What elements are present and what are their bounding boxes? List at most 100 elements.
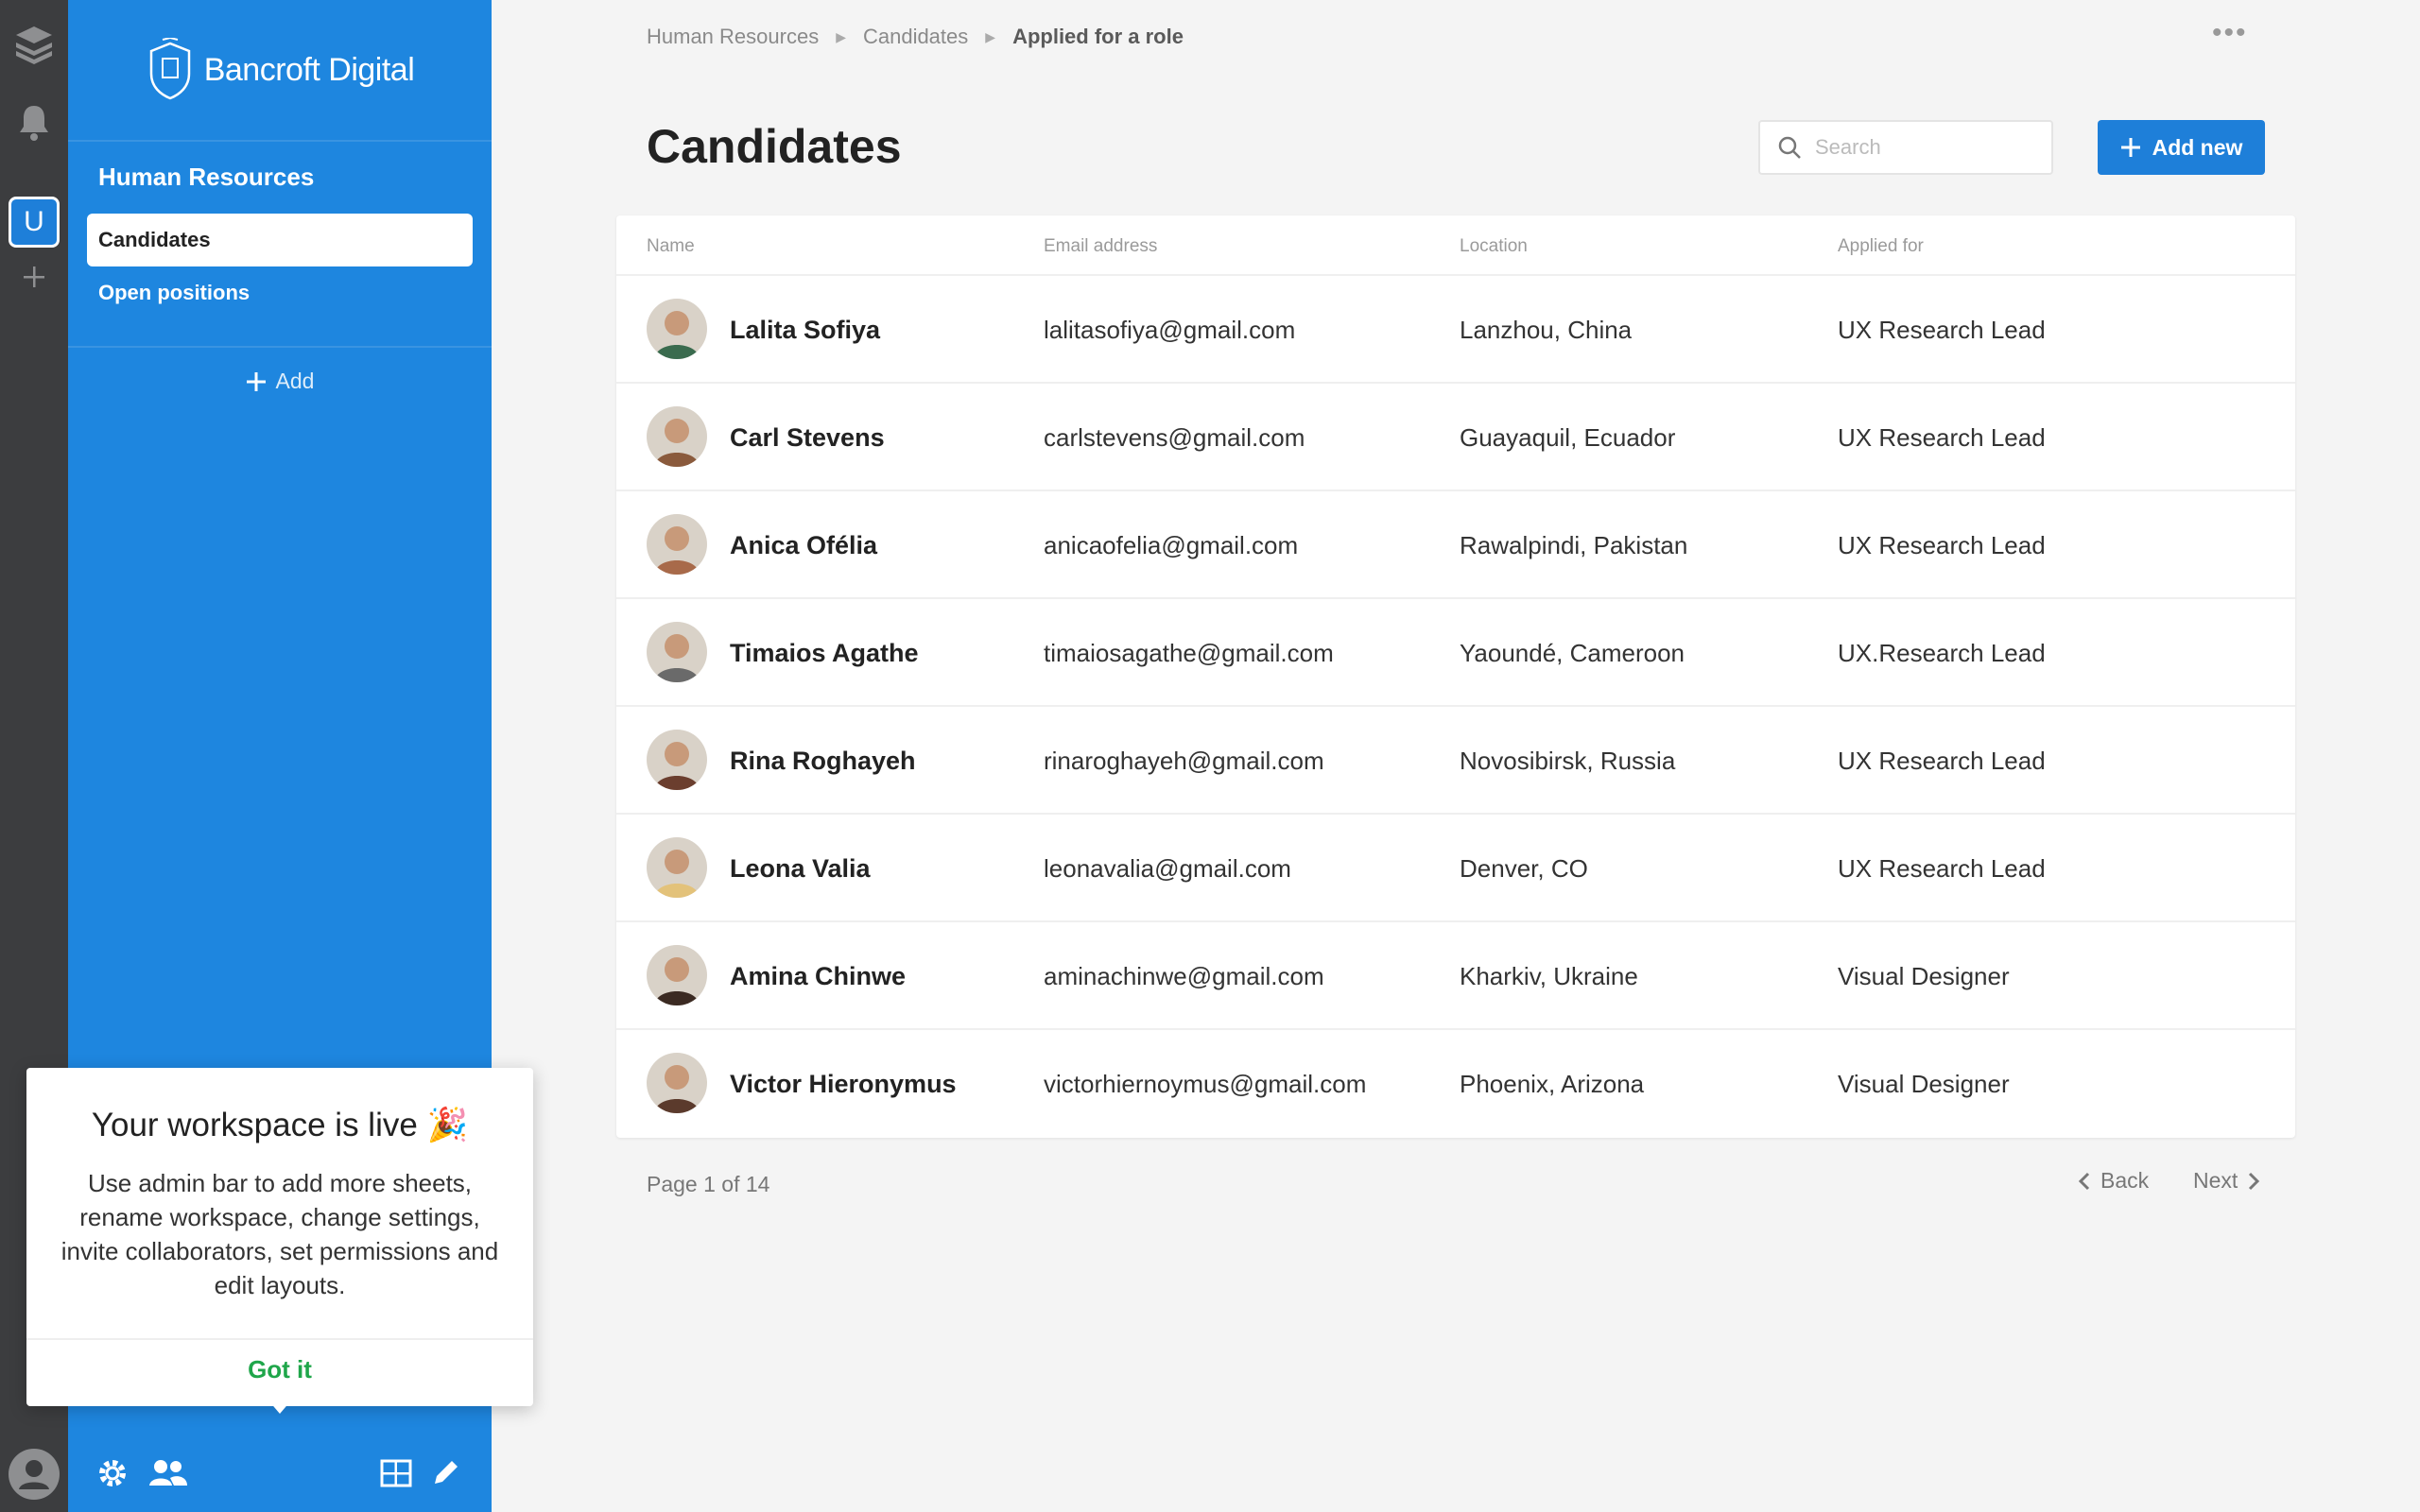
table-row[interactable]: Amina Chinwe aminachinwe@gmail.com Kharkiv…: [616, 922, 2295, 1030]
column-header-email[interactable]: Email address: [1044, 236, 1157, 257]
sidebar-divider: [68, 346, 492, 348]
search-icon: [1778, 136, 1801, 159]
candidate-email: lalitasofiya@gmail.com: [1044, 316, 1296, 344]
candidate-location: Yaoundé, Cameroon: [1460, 639, 1685, 667]
avatar-head: [665, 957, 689, 982]
breadcrumb-separator-icon: ▶: [985, 28, 996, 44]
table-row[interactable]: Anica Ofélia anicaofelia@gmail.com Rawalpi…: [616, 491, 2295, 599]
search-input[interactable]: [1815, 135, 2032, 160]
candidate-avatar: [647, 730, 707, 790]
popover-body: Use admin bar to add more sheets, rename…: [60, 1169, 499, 1299]
candidate-name[interactable]: Timaios Agathe: [730, 639, 919, 668]
column-header-location[interactable]: Location: [1460, 236, 1528, 257]
add-new-label: Add new: [2152, 134, 2243, 160]
breadcrumb-current: Applied for a role: [1012, 25, 1184, 48]
breadcrumb: Human Resources ▶ Candidates ▶ Applied f…: [647, 25, 1184, 49]
edit-pencil-icon[interactable]: [431, 1457, 461, 1487]
layout-grid-icon[interactable]: [380, 1459, 412, 1487]
candidate-location: Phoenix, Arizona: [1460, 1070, 1645, 1098]
candidate-email: carlstevens@gmail.com: [1044, 423, 1305, 452]
add-workspace-icon[interactable]: [0, 263, 68, 291]
avatar-head: [665, 742, 689, 766]
brand-name: Bancroft Digital: [203, 51, 415, 88]
team-icon[interactable]: [147, 1457, 189, 1489]
gear-icon[interactable]: [96, 1457, 129, 1489]
next-button[interactable]: Next: [2193, 1168, 2260, 1194]
table-row[interactable]: Leona Valia leonavalia@gmail.com Denver, C…: [616, 815, 2295, 922]
candidate-location: Lanzhou, China: [1460, 316, 1633, 344]
pagination-info: Page 1 of 14: [647, 1172, 770, 1196]
column-header-name[interactable]: Name: [647, 236, 695, 257]
table-row[interactable]: Lalita Sofiya lalitasofiya@gmail.com Lanzh…: [616, 276, 2295, 384]
candidate-avatar: [647, 1053, 707, 1113]
breadcrumb-item[interactable]: Human Resources: [647, 25, 819, 49]
candidate-location: Guayaquil, Ecuador: [1460, 423, 1676, 452]
sidebar-item-candidates[interactable]: Candidates: [87, 214, 473, 266]
back-label: Back: [2100, 1168, 2150, 1193]
candidate-avatar: [647, 406, 707, 467]
page-title: Candidates: [647, 120, 902, 173]
popover-divider: [26, 1338, 533, 1340]
back-button[interactable]: Back: [2078, 1168, 2149, 1194]
avatar-head: [665, 311, 689, 335]
candidate-name[interactable]: Carl Stevens: [730, 423, 885, 453]
sidebar-add-button[interactable]: Add: [68, 369, 492, 394]
candidate-avatar: [647, 945, 707, 1005]
candidate-location: Rawalpindi, Pakistan: [1460, 531, 1688, 559]
table-row[interactable]: Timaios Agathe timaiosagathe@gmail.com Yao…: [616, 599, 2295, 707]
avatar-head: [665, 1065, 689, 1090]
candidate-applied-for: UX Research Lead: [1838, 316, 2046, 344]
candidate-location: Denver, CO: [1460, 854, 1588, 883]
candidate-avatar: [647, 622, 707, 682]
candidate-name[interactable]: Rina Roghayeh: [730, 747, 916, 776]
avatar-head: [665, 419, 689, 443]
crest-logo-icon: [149, 38, 190, 100]
sidebar-item-open-positions[interactable]: Open positions: [87, 266, 473, 319]
candidate-applied-for: Visual Designer: [1838, 962, 2010, 990]
sidebar-item-label: Open positions: [98, 281, 251, 304]
next-label: Next: [2193, 1168, 2238, 1193]
search-box[interactable]: [1758, 120, 2053, 175]
breadcrumb-item[interactable]: Candidates: [863, 25, 968, 49]
brand[interactable]: Bancroft Digital: [68, 34, 492, 106]
user-avatar-icon[interactable]: [0, 1448, 68, 1501]
candidate-name[interactable]: Anica Ofélia: [730, 531, 877, 560]
sidebar-section-title[interactable]: Human Resources: [98, 163, 314, 192]
layers-logo-icon[interactable]: [0, 21, 68, 68]
candidate-name[interactable]: Victor Hieronymus: [730, 1070, 957, 1099]
candidate-name[interactable]: Lalita Sofiya: [730, 316, 880, 345]
plus-icon: [2120, 138, 2140, 157]
party-popper-icon: 🎉: [426, 1107, 469, 1143]
table-row[interactable]: Victor Hieronymus victorhiernoymus@gmail.…: [616, 1030, 2295, 1138]
candidate-location: Novosibirsk, Russia: [1460, 747, 1676, 775]
candidate-applied-for: UX Research Lead: [1838, 854, 2046, 883]
candidate-avatar: [647, 299, 707, 359]
add-new-button[interactable]: Add new: [2098, 120, 2265, 175]
table-row[interactable]: Carl Stevens carlstevens@gmail.com Guayaqu…: [616, 384, 2295, 491]
sidebar-add-label: Add: [275, 369, 315, 393]
more-options-icon[interactable]: •••: [2212, 19, 2248, 47]
candidates-table: Name Email address Location Applied for …: [616, 215, 2295, 1138]
candidate-email: rinaroghayeh@gmail.com: [1044, 747, 1324, 775]
candidate-applied-for: UX Research Lead: [1838, 747, 2046, 775]
candidate-email: leonavalia@gmail.com: [1044, 854, 1291, 883]
candidate-name[interactable]: Amina Chinwe: [730, 962, 906, 991]
candidate-applied-for: Visual Designer: [1838, 1070, 2010, 1098]
got-it-button[interactable]: Got it: [26, 1355, 533, 1384]
column-header-applied-for[interactable]: Applied for: [1838, 236, 1924, 257]
bell-icon[interactable]: [0, 98, 68, 146]
candidate-location: Kharkiv, Ukraine: [1460, 962, 1638, 990]
avatar-head: [665, 850, 689, 874]
avatar-head: [665, 634, 689, 659]
candidate-applied-for: UX.Research Lead: [1838, 639, 2046, 667]
workspace-button[interactable]: U: [9, 197, 60, 248]
plus-icon: [246, 371, 266, 391]
table-row[interactable]: Rina Roghayeh rinaroghayeh@gmail.com Novos…: [616, 707, 2295, 815]
avatar-head: [665, 526, 689, 551]
chevron-right-icon: [2249, 1172, 2260, 1190]
breadcrumb-separator-icon: ▶: [836, 28, 846, 44]
candidate-email: anicaofelia@gmail.com: [1044, 531, 1299, 559]
popover-arrow: [268, 1400, 291, 1414]
sidebar-divider: [68, 140, 492, 142]
candidate-name[interactable]: Leona Valia: [730, 854, 871, 884]
